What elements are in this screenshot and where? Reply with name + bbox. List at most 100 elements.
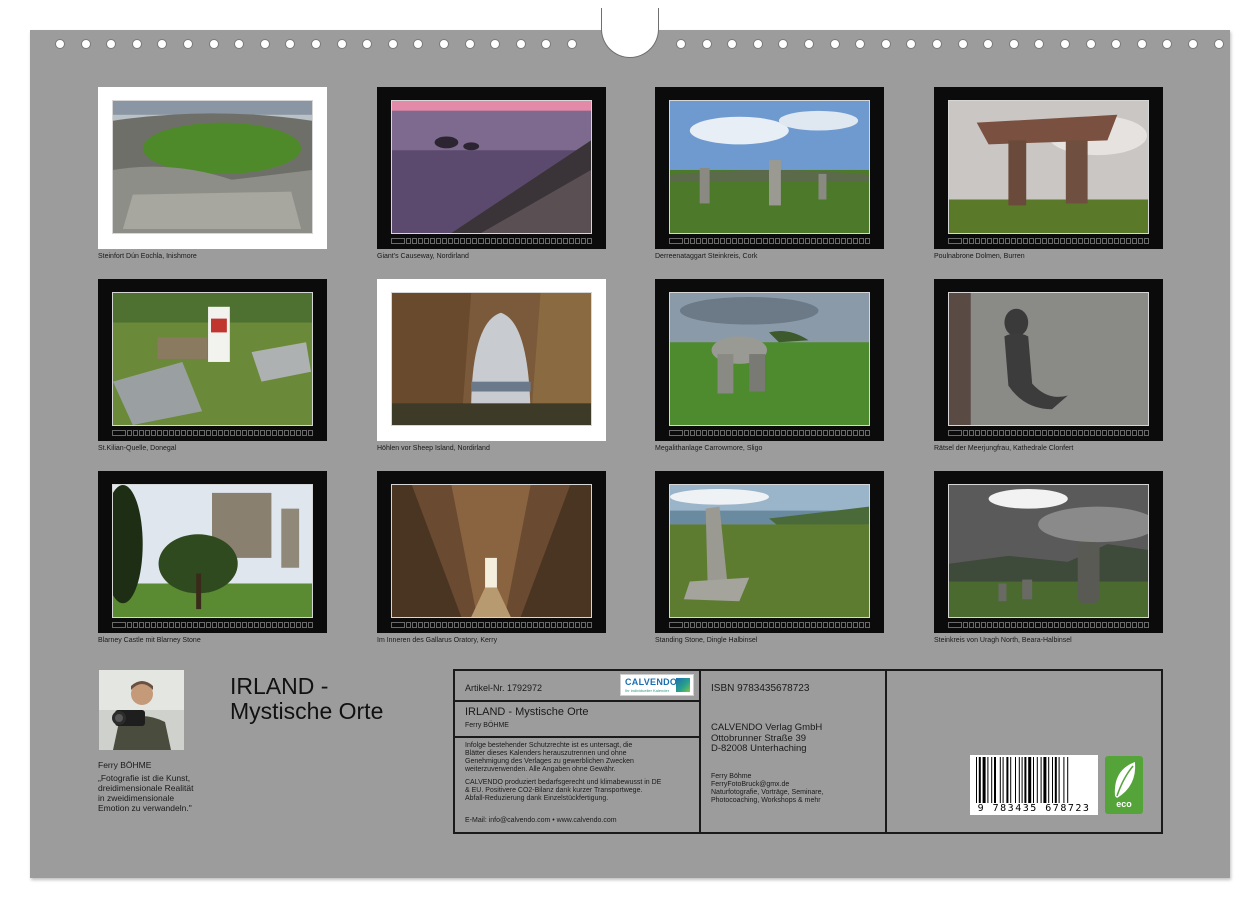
binding-hole: [183, 39, 193, 49]
photo-caption: Blarney Castle mit Blarney Stone: [98, 637, 201, 644]
binding-hole: [1085, 39, 1096, 49]
mini-calendar-strip: [391, 622, 593, 628]
mini-calendar-strip: [391, 238, 593, 244]
photo-frame: [655, 279, 884, 441]
binding-hole: [983, 39, 994, 49]
barcode-digits: 9 783435 678723: [970, 803, 1098, 814]
mini-calendar-strip: [669, 238, 871, 244]
photo-caption: St.Kilian-Quelle, Donegal: [98, 445, 177, 452]
photo-frame: [934, 279, 1163, 441]
mini-calendar-strip: [112, 622, 314, 628]
binding-hole: [55, 39, 65, 49]
spiral-binding: [0, 0, 1260, 60]
photo-caption: Höhlen vor Sheep Island, Nordirland: [377, 445, 490, 452]
binding-hole: [957, 39, 968, 49]
sea-cave-icon: [391, 292, 592, 426]
castle-icon: [112, 484, 313, 618]
binding-hole: [1034, 39, 1045, 49]
binding-hole: [701, 39, 712, 49]
binding-hole: [778, 39, 789, 49]
photo-caption: Derreenataggart Steinkreis, Cork: [655, 253, 758, 260]
hanger-cutout: [601, 8, 659, 58]
photo-frame: [655, 87, 884, 249]
binding-hole: [387, 39, 398, 49]
binding-hole: [1213, 39, 1224, 49]
photo-frame: [98, 279, 327, 441]
photo-caption: Steinfort Dún Eochla, Inishmore: [98, 253, 197, 260]
photo-frame: [934, 87, 1163, 249]
binding-hole: [727, 39, 738, 49]
calendar-title: IRLAND - Mystische Orte: [230, 673, 384, 724]
mini-calendar-strip: [669, 430, 871, 436]
binding-hole: [567, 39, 577, 49]
binding-hole: [676, 39, 686, 49]
legal-notice: Infolge bestehender Schutzrechte ist es …: [465, 742, 634, 773]
binding-hole: [157, 39, 168, 49]
eco-badge: eco: [1105, 756, 1143, 814]
stone-circle-mountains-icon: [948, 484, 1149, 618]
mini-calendar-strip: [669, 622, 871, 628]
binding-hole: [1008, 39, 1019, 49]
oratory-interior-icon: [391, 484, 592, 618]
binding-hole: [804, 39, 814, 49]
binding-hole: [285, 39, 296, 49]
mini-calendar-strip: [112, 430, 314, 436]
barcode: 9 783435 678723: [970, 755, 1098, 815]
binding-hole: [80, 39, 91, 49]
photo-frame: [98, 87, 327, 249]
product-author: Ferry BÖHME: [465, 722, 509, 729]
binding-hole: [932, 39, 942, 49]
photo-frame: [98, 471, 327, 633]
binding-hole: [311, 39, 321, 49]
photo-frame: [377, 87, 606, 249]
binding-hole: [131, 39, 142, 49]
megalith-icon: [669, 292, 870, 426]
photo-frame: [934, 471, 1163, 633]
dolmen-icon: [948, 100, 1149, 234]
photo-caption: Rätsel der Meerjungfrau, Kathedrale Clon…: [934, 445, 1074, 452]
photo-caption: Poulnabrone Dolmen, Burren: [934, 253, 1025, 260]
binding-hole: [464, 39, 475, 49]
binding-hole: [259, 39, 270, 49]
binding-hole: [1188, 39, 1198, 49]
author-contact: Ferry Böhme FerryFotoBruck@gmx.de Naturf…: [711, 773, 824, 804]
stone-circle-icon: [669, 100, 870, 234]
binding-hole: [541, 39, 552, 49]
mini-calendar-strip: [948, 238, 1150, 244]
author-portrait: [99, 670, 184, 750]
binding-hole: [362, 39, 373, 49]
binding-hole: [1136, 39, 1147, 49]
photo-frame: [377, 279, 606, 441]
author-quote: „Fotografie ist die Kunst, dreidimension…: [98, 773, 194, 813]
mini-calendar-strip: [948, 622, 1150, 628]
binding-hole: [413, 39, 424, 49]
binding-hole: [490, 39, 501, 49]
article-number: Artikel-Nr. 1792972: [465, 683, 543, 693]
mini-calendar-strip: [948, 430, 1150, 436]
photo-frame: [655, 471, 884, 633]
contact-line: E-Mail: info@calvendo.com • www.calvendo…: [465, 817, 617, 824]
binding-hole: [336, 39, 347, 49]
photo-caption: Standing Stone, Dingle Halbinsel: [655, 637, 758, 644]
photo-caption: Steinkreis von Uragh North, Beara-Halbin…: [934, 637, 1072, 644]
mermaid-carving-icon: [948, 292, 1149, 426]
causeway-icon: [391, 100, 592, 234]
binding-hole: [439, 39, 449, 49]
binding-hole: [829, 39, 840, 49]
binding-hole: [1060, 39, 1070, 49]
photo-caption: Im Inneren des Gallarus Oratory, Kerry: [377, 637, 498, 644]
binding-hole: [880, 39, 891, 49]
stone-fort-icon: [112, 100, 313, 234]
binding-hole: [1111, 39, 1122, 49]
binding-hole: [855, 39, 866, 49]
photo-caption: Megalithanlage Carrowmore, Sligo: [655, 445, 763, 452]
photo-frame: [377, 471, 606, 633]
binding-hole: [752, 39, 763, 49]
holy-well-icon: [112, 292, 313, 426]
product-title: IRLAND - Mystische Orte: [465, 706, 589, 718]
author-name: Ferry BÖHME: [98, 760, 152, 770]
isbn: ISBN 9783435678723: [711, 683, 810, 694]
eco-notice: CALVENDO produziert bedarfsgerecht und k…: [465, 779, 662, 802]
binding-hole: [208, 39, 219, 49]
binding-hole: [234, 39, 245, 49]
